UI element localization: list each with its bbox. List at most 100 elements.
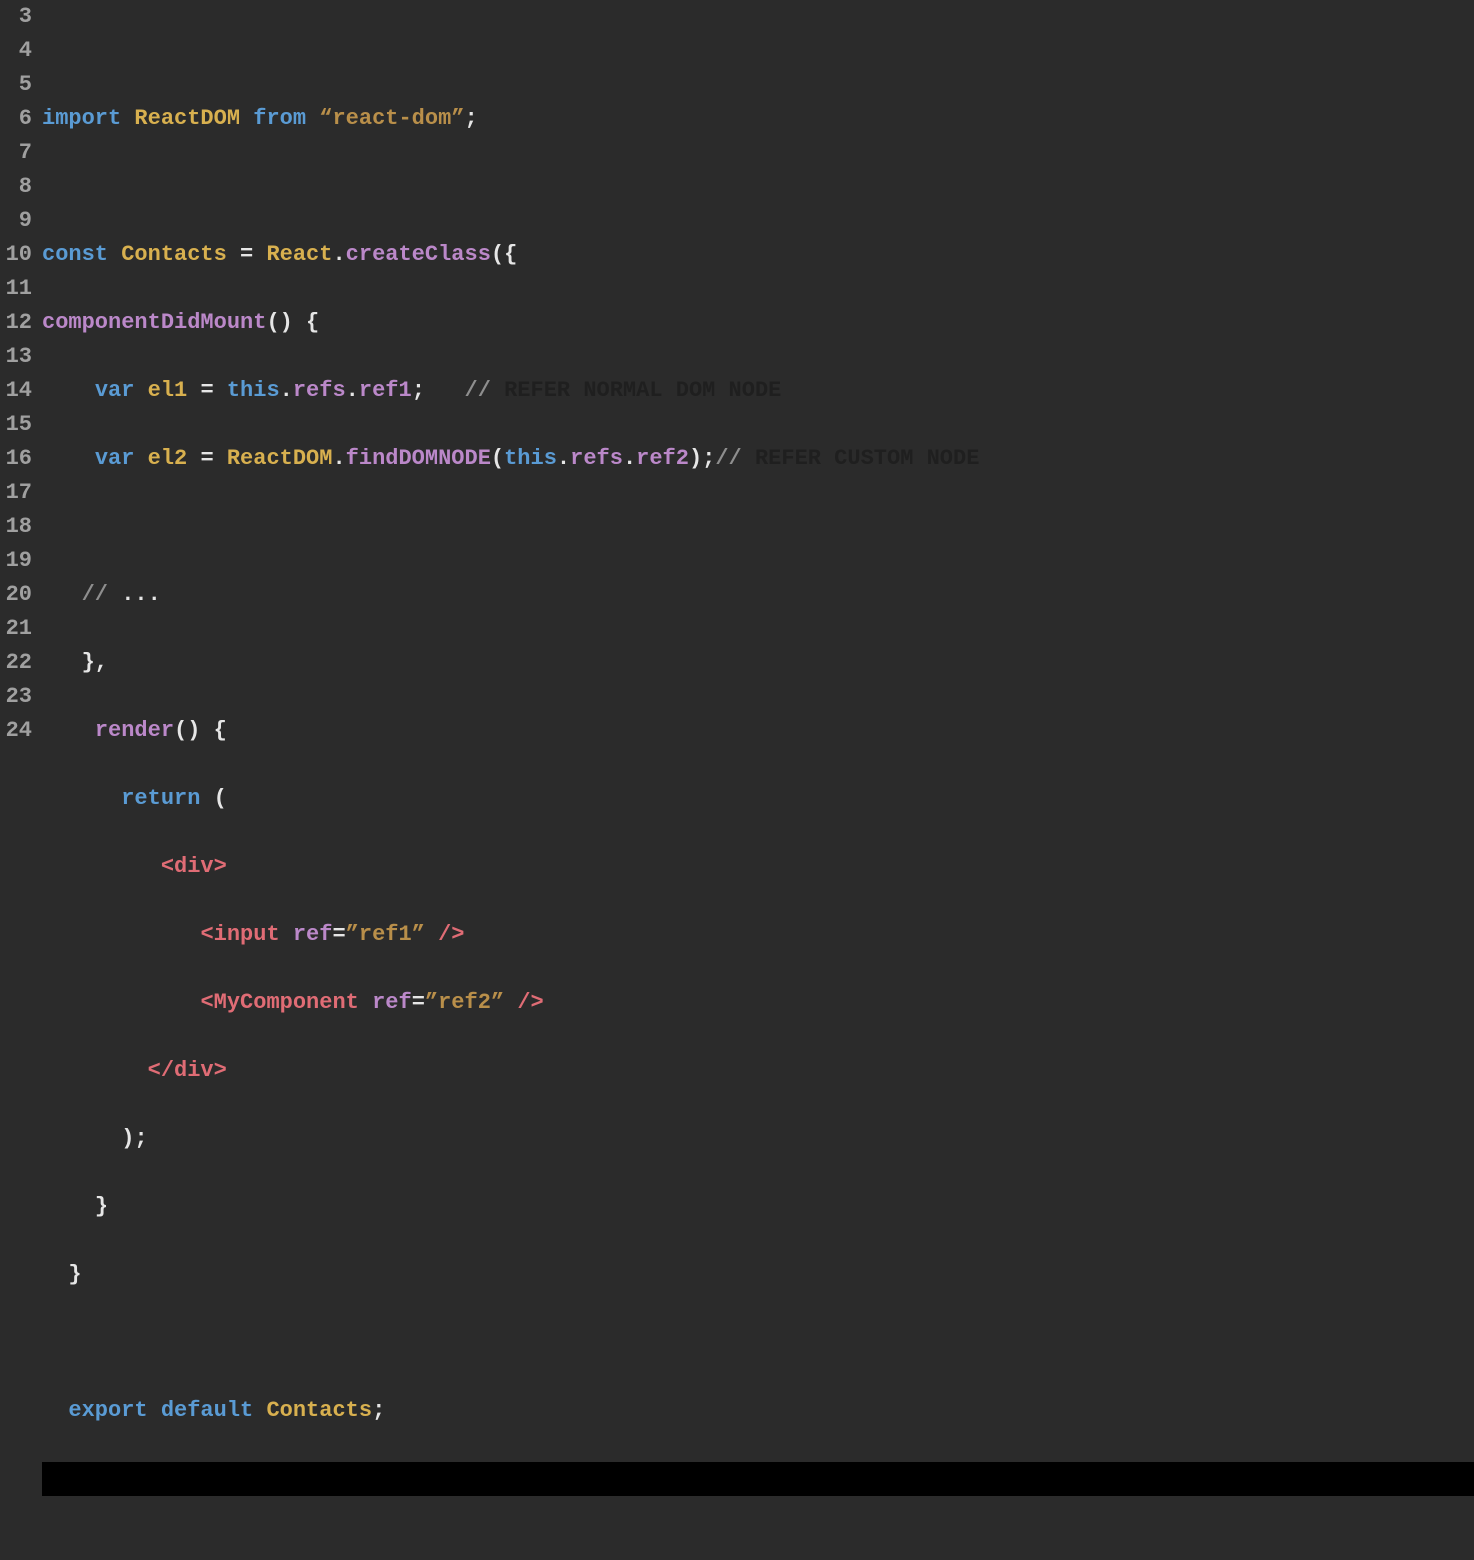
identifier: el1: [148, 378, 188, 403]
code-line[interactable]: const Contacts = React.createClass({: [42, 238, 1474, 272]
code-line[interactable]: componentDidMount() {: [42, 306, 1474, 340]
jsx-tag: div: [174, 854, 214, 879]
keyword: from: [253, 106, 306, 131]
code-editor[interactable]: 3 4 5 6 7 8 9 10 11 12 13 14 15 16 17 18…: [0, 0, 1474, 1560]
keyword: export: [68, 1398, 147, 1423]
code-line[interactable]: export default Contacts;: [42, 1394, 1474, 1428]
line-number: 7: [0, 136, 32, 170]
keyword: default: [161, 1398, 253, 1423]
code-content[interactable]: import ReactDOM from “react-dom”; const …: [42, 0, 1474, 1560]
code-line[interactable]: },: [42, 646, 1474, 680]
punct: ({: [491, 242, 517, 267]
operator: =: [200, 378, 213, 403]
method: createClass: [346, 242, 491, 267]
punct: .: [346, 378, 359, 403]
property: ref1: [359, 378, 412, 403]
jsx-bracket: </: [148, 1058, 174, 1083]
method: render: [95, 718, 174, 743]
code-line[interactable]: [42, 510, 1474, 544]
code-line[interactable]: return (: [42, 782, 1474, 816]
string: ”ref2”: [425, 990, 504, 1015]
punct: (: [214, 786, 227, 811]
code-line[interactable]: <div>: [42, 850, 1474, 884]
jsx-bracket: >: [214, 854, 227, 879]
jsx-bracket: <: [200, 922, 213, 947]
comment: REFER CUSTOM NODE: [742, 446, 980, 471]
string: “react-dom”: [319, 106, 464, 131]
line-number: 3: [0, 0, 32, 34]
punct: {: [214, 718, 227, 743]
line-number: 13: [0, 340, 32, 374]
code-line[interactable]: var el2 = ReactDOM.findDOMNODE(this.refs…: [42, 442, 1474, 476]
line-number: 8: [0, 170, 32, 204]
code-line[interactable]: [42, 1326, 1474, 1360]
code-line[interactable]: }: [42, 1258, 1474, 1292]
line-number: 14: [0, 374, 32, 408]
jsx-attr: ref: [293, 922, 333, 947]
comment-slash: //: [715, 446, 741, 471]
keyword: return: [121, 786, 200, 811]
punct: (): [174, 718, 200, 743]
jsx-bracket: <: [161, 854, 174, 879]
code-line[interactable]: [42, 170, 1474, 204]
operator: =: [200, 446, 213, 471]
identifier: ReactDOM: [227, 446, 333, 471]
keyword: this: [504, 446, 557, 471]
line-number-gutter: 3 4 5 6 7 8 9 10 11 12 13 14 15 16 17 18…: [0, 0, 42, 748]
punct: ;: [702, 446, 715, 471]
punct: );: [121, 1126, 147, 1151]
line-number: 16: [0, 442, 32, 476]
jsx-bracket: />: [517, 990, 543, 1015]
keyword: const: [42, 242, 108, 267]
code-line[interactable]: [42, 34, 1474, 68]
punct: .: [557, 446, 570, 471]
line-number: 5: [0, 68, 32, 102]
line-number: 21: [0, 612, 32, 646]
line-number: 18: [0, 510, 32, 544]
operator: =: [240, 242, 253, 267]
code-line[interactable]: render() {: [42, 714, 1474, 748]
line-number: 19: [0, 544, 32, 578]
punct: ;: [372, 1398, 385, 1423]
code-line[interactable]: );: [42, 1122, 1474, 1156]
line-number: 6: [0, 102, 32, 136]
jsx-tag: MyComponent: [214, 990, 359, 1015]
line-number: 12: [0, 306, 32, 340]
line-number: 11: [0, 272, 32, 306]
operator: =: [412, 990, 425, 1015]
code-line-current[interactable]: [42, 1462, 1474, 1496]
string: ”ref1”: [346, 922, 425, 947]
property: refs: [293, 378, 346, 403]
punct: }: [68, 1262, 81, 1287]
code-line[interactable]: var el1 = this.refs.ref1; // REFER NORMA…: [42, 374, 1474, 408]
comment-slash: //: [82, 582, 108, 607]
line-number: 20: [0, 578, 32, 612]
code-line[interactable]: import ReactDOM from “react-dom”;: [42, 102, 1474, 136]
jsx-tag: div: [174, 1058, 214, 1083]
code-line[interactable]: }: [42, 1190, 1474, 1224]
identifier: Contacts: [121, 242, 227, 267]
line-number: 9: [0, 204, 32, 238]
identifier: ReactDOM: [134, 106, 240, 131]
operator: =: [332, 922, 345, 947]
code-line[interactable]: <MyComponent ref=”ref2” />: [42, 986, 1474, 1020]
keyword: var: [95, 446, 135, 471]
keyword: this: [227, 378, 280, 403]
line-number: 23: [0, 680, 32, 714]
identifier: React: [266, 242, 332, 267]
property: ref2: [636, 446, 689, 471]
punct: .: [623, 446, 636, 471]
code-line[interactable]: </div>: [42, 1054, 1474, 1088]
line-number: 10: [0, 238, 32, 272]
jsx-tag: input: [214, 922, 280, 947]
comment: ...: [108, 582, 161, 607]
punct: ;: [412, 378, 425, 403]
punct: }: [95, 1194, 108, 1219]
jsx-bracket: >: [214, 1058, 227, 1083]
code-line[interactable]: <input ref=”ref1” />: [42, 918, 1474, 952]
line-number: 4: [0, 34, 32, 68]
keyword: import: [42, 106, 121, 131]
identifier: el2: [148, 446, 188, 471]
punct: ): [689, 446, 702, 471]
code-line[interactable]: // ...: [42, 578, 1474, 612]
